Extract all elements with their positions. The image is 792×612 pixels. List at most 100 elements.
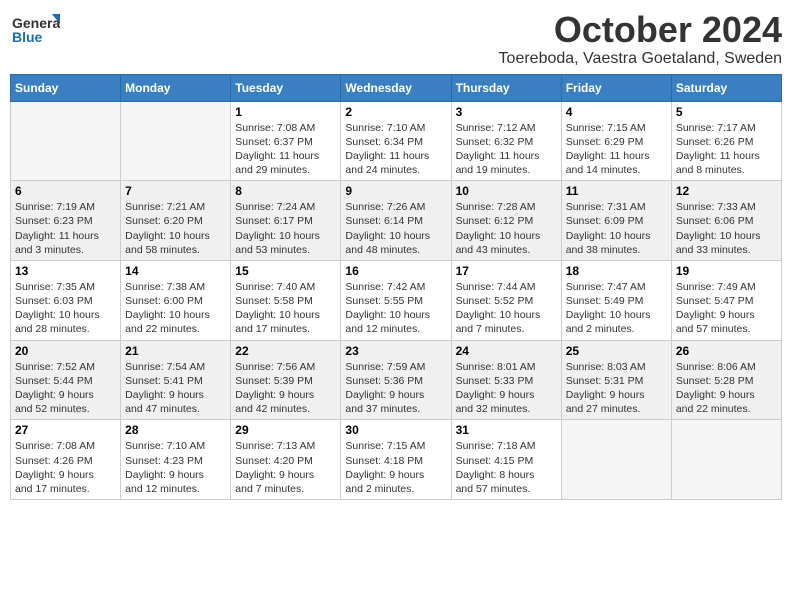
calendar-cell: 6 Sunrise: 7:19 AMSunset: 6:23 PMDaylight… <box>11 181 121 261</box>
cell-info: Sunrise: 7:54 AMSunset: 5:41 PMDaylight:… <box>125 360 226 417</box>
calendar-cell: 3 Sunrise: 7:12 AMSunset: 6:32 PMDaylight… <box>451 101 561 181</box>
day-number: 15 <box>235 264 336 278</box>
weekday-header-thursday: Thursday <box>451 74 561 101</box>
cell-info: Sunrise: 7:24 AMSunset: 6:17 PMDaylight:… <box>235 200 336 257</box>
weekday-header-wednesday: Wednesday <box>341 74 451 101</box>
day-number: 16 <box>345 264 446 278</box>
cell-info: Sunrise: 7:17 AMSunset: 6:26 PMDaylight:… <box>676 121 777 178</box>
cell-info: Sunrise: 7:08 AMSunset: 4:26 PMDaylight:… <box>15 439 116 496</box>
calendar-cell: 9 Sunrise: 7:26 AMSunset: 6:14 PMDaylight… <box>341 181 451 261</box>
weekday-header-sunday: Sunday <box>11 74 121 101</box>
day-number: 13 <box>15 264 116 278</box>
calendar-cell: 22Sunrise: 7:56 AMSunset: 5:39 PMDayligh… <box>231 340 341 420</box>
calendar-cell <box>671 420 781 500</box>
calendar-cell: 4 Sunrise: 7:15 AMSunset: 6:29 PMDaylight… <box>561 101 671 181</box>
day-number: 5 <box>676 105 777 119</box>
cell-info: Sunrise: 7:18 AMSunset: 4:15 PMDaylight:… <box>456 439 557 496</box>
calendar-cell: 18 Sunrise: 7:47 AMSunset: 5:49 PMDayligh… <box>561 260 671 340</box>
day-number: 3 <box>456 105 557 119</box>
cell-info: Sunrise: 7:47 AMSunset: 5:49 PMDaylight:… <box>566 280 667 337</box>
day-number: 2 <box>345 105 446 119</box>
day-number: 22 <box>235 344 336 358</box>
cell-info: Sunrise: 7:13 AMSunset: 4:20 PMDaylight:… <box>235 439 336 496</box>
weekday-header-row: SundayMondayTuesdayWednesdayThursdayFrid… <box>11 74 782 101</box>
calendar-cell: 21 Sunrise: 7:54 AMSunset: 5:41 PMDayligh… <box>121 340 231 420</box>
cell-info: Sunrise: 7:38 AMSunset: 6:00 PMDaylight:… <box>125 280 226 337</box>
calendar-cell: 23 Sunrise: 7:59 AMSunset: 5:36 PMDayligh… <box>341 340 451 420</box>
cell-info: Sunrise: 7:35 AMSunset: 6:03 PMDaylight:… <box>15 280 116 337</box>
weekday-header-friday: Friday <box>561 74 671 101</box>
day-number: 9 <box>345 184 446 198</box>
location-title: Toereboda, Vaestra Goetaland, Sweden <box>499 50 782 68</box>
day-number: 17 <box>456 264 557 278</box>
cell-info: Sunrise: 7:26 AMSunset: 6:14 PMDaylight:… <box>345 200 446 257</box>
day-number: 24 <box>456 344 557 358</box>
cell-info: Sunrise: 7:49 AMSunset: 5:47 PMDaylight:… <box>676 280 777 337</box>
day-number: 1 <box>235 105 336 119</box>
weekday-header-saturday: Saturday <box>671 74 781 101</box>
calendar-cell: 20 Sunrise: 7:52 AMSunset: 5:44 PMDayligh… <box>11 340 121 420</box>
cell-info: Sunrise: 7:52 AMSunset: 5:44 PMDaylight:… <box>15 360 116 417</box>
calendar-cell <box>11 101 121 181</box>
svg-text:Blue: Blue <box>12 29 43 45</box>
logo: General Blue <box>10 10 60 50</box>
cell-info: Sunrise: 8:03 AMSunset: 5:31 PMDaylight:… <box>566 360 667 417</box>
cell-info: Sunrise: 7:15 AMSunset: 6:29 PMDaylight:… <box>566 121 667 178</box>
cell-info: Sunrise: 7:15 AMSunset: 4:18 PMDaylight:… <box>345 439 446 496</box>
day-number: 31 <box>456 423 557 437</box>
calendar-cell: 11 Sunrise: 7:31 AMSunset: 6:09 PMDayligh… <box>561 181 671 261</box>
day-number: 4 <box>566 105 667 119</box>
weekday-header-tuesday: Tuesday <box>231 74 341 101</box>
calendar-cell: 2 Sunrise: 7:10 AMSunset: 6:34 PMDaylight… <box>341 101 451 181</box>
calendar-week-2: 6 Sunrise: 7:19 AMSunset: 6:23 PMDaylight… <box>11 181 782 261</box>
calendar-cell <box>561 420 671 500</box>
calendar-cell: 24 Sunrise: 8:01 AMSunset: 5:33 PMDayligh… <box>451 340 561 420</box>
calendar-cell: 19 Sunrise: 7:49 AMSunset: 5:47 PMDayligh… <box>671 260 781 340</box>
month-title: October 2024 <box>499 10 782 50</box>
cell-info: Sunrise: 7:10 AMSunset: 6:34 PMDaylight:… <box>345 121 446 178</box>
cell-info: Sunrise: 7:42 AMSunset: 5:55 PMDaylight:… <box>345 280 446 337</box>
calendar-week-5: 27 Sunrise: 7:08 AMSunset: 4:26 PMDayligh… <box>11 420 782 500</box>
page-header: General Blue October 2024 Toereboda, Vae… <box>10 10 782 68</box>
day-number: 18 <box>566 264 667 278</box>
day-number: 27 <box>15 423 116 437</box>
cell-info: Sunrise: 7:19 AMSunset: 6:23 PMDaylight:… <box>15 200 116 257</box>
day-number: 19 <box>676 264 777 278</box>
cell-info: Sunrise: 7:21 AMSunset: 6:20 PMDaylight:… <box>125 200 226 257</box>
calendar-cell: 12Sunrise: 7:33 AMSunset: 6:06 PMDayligh… <box>671 181 781 261</box>
day-number: 23 <box>345 344 446 358</box>
calendar-week-4: 20 Sunrise: 7:52 AMSunset: 5:44 PMDayligh… <box>11 340 782 420</box>
day-number: 21 <box>125 344 226 358</box>
logo-icon: General Blue <box>10 10 60 50</box>
day-number: 29 <box>235 423 336 437</box>
cell-info: Sunrise: 7:44 AMSunset: 5:52 PMDaylight:… <box>456 280 557 337</box>
day-number: 20 <box>15 344 116 358</box>
cell-info: Sunrise: 7:59 AMSunset: 5:36 PMDaylight:… <box>345 360 446 417</box>
calendar-cell: 31 Sunrise: 7:18 AMSunset: 4:15 PMDayligh… <box>451 420 561 500</box>
cell-info: Sunrise: 7:28 AMSunset: 6:12 PMDaylight:… <box>456 200 557 257</box>
title-block: October 2024 Toereboda, Vaestra Goetalan… <box>499 10 782 68</box>
cell-info: Sunrise: 8:01 AMSunset: 5:33 PMDaylight:… <box>456 360 557 417</box>
day-number: 25 <box>566 344 667 358</box>
calendar-week-1: 1 Sunrise: 7:08 AMSunset: 6:37 PMDaylight… <box>11 101 782 181</box>
calendar-cell: 16 Sunrise: 7:42 AMSunset: 5:55 PMDayligh… <box>341 260 451 340</box>
calendar-cell: 13 Sunrise: 7:35 AMSunset: 6:03 PMDayligh… <box>11 260 121 340</box>
day-number: 11 <box>566 184 667 198</box>
cell-info: Sunrise: 7:31 AMSunset: 6:09 PMDaylight:… <box>566 200 667 257</box>
cell-info: Sunrise: 7:08 AMSunset: 6:37 PMDaylight:… <box>235 121 336 178</box>
cell-info: Sunrise: 7:40 AMSunset: 5:58 PMDaylight:… <box>235 280 336 337</box>
calendar-cell: 17 Sunrise: 7:44 AMSunset: 5:52 PMDayligh… <box>451 260 561 340</box>
calendar-cell: 7 Sunrise: 7:21 AMSunset: 6:20 PMDaylight… <box>121 181 231 261</box>
day-number: 26 <box>676 344 777 358</box>
calendar-table: SundayMondayTuesdayWednesdayThursdayFrid… <box>10 74 782 500</box>
cell-info: Sunrise: 7:12 AMSunset: 6:32 PMDaylight:… <box>456 121 557 178</box>
calendar-cell: 30 Sunrise: 7:15 AMSunset: 4:18 PMDayligh… <box>341 420 451 500</box>
calendar-week-3: 13 Sunrise: 7:35 AMSunset: 6:03 PMDayligh… <box>11 260 782 340</box>
calendar-cell: 28Sunrise: 7:10 AMSunset: 4:23 PMDayligh… <box>121 420 231 500</box>
day-number: 30 <box>345 423 446 437</box>
day-number: 7 <box>125 184 226 198</box>
day-number: 6 <box>15 184 116 198</box>
calendar-cell: 5 Sunrise: 7:17 AMSunset: 6:26 PMDaylight… <box>671 101 781 181</box>
day-number: 8 <box>235 184 336 198</box>
cell-info: Sunrise: 7:33 AMSunset: 6:06 PMDaylight:… <box>676 200 777 257</box>
